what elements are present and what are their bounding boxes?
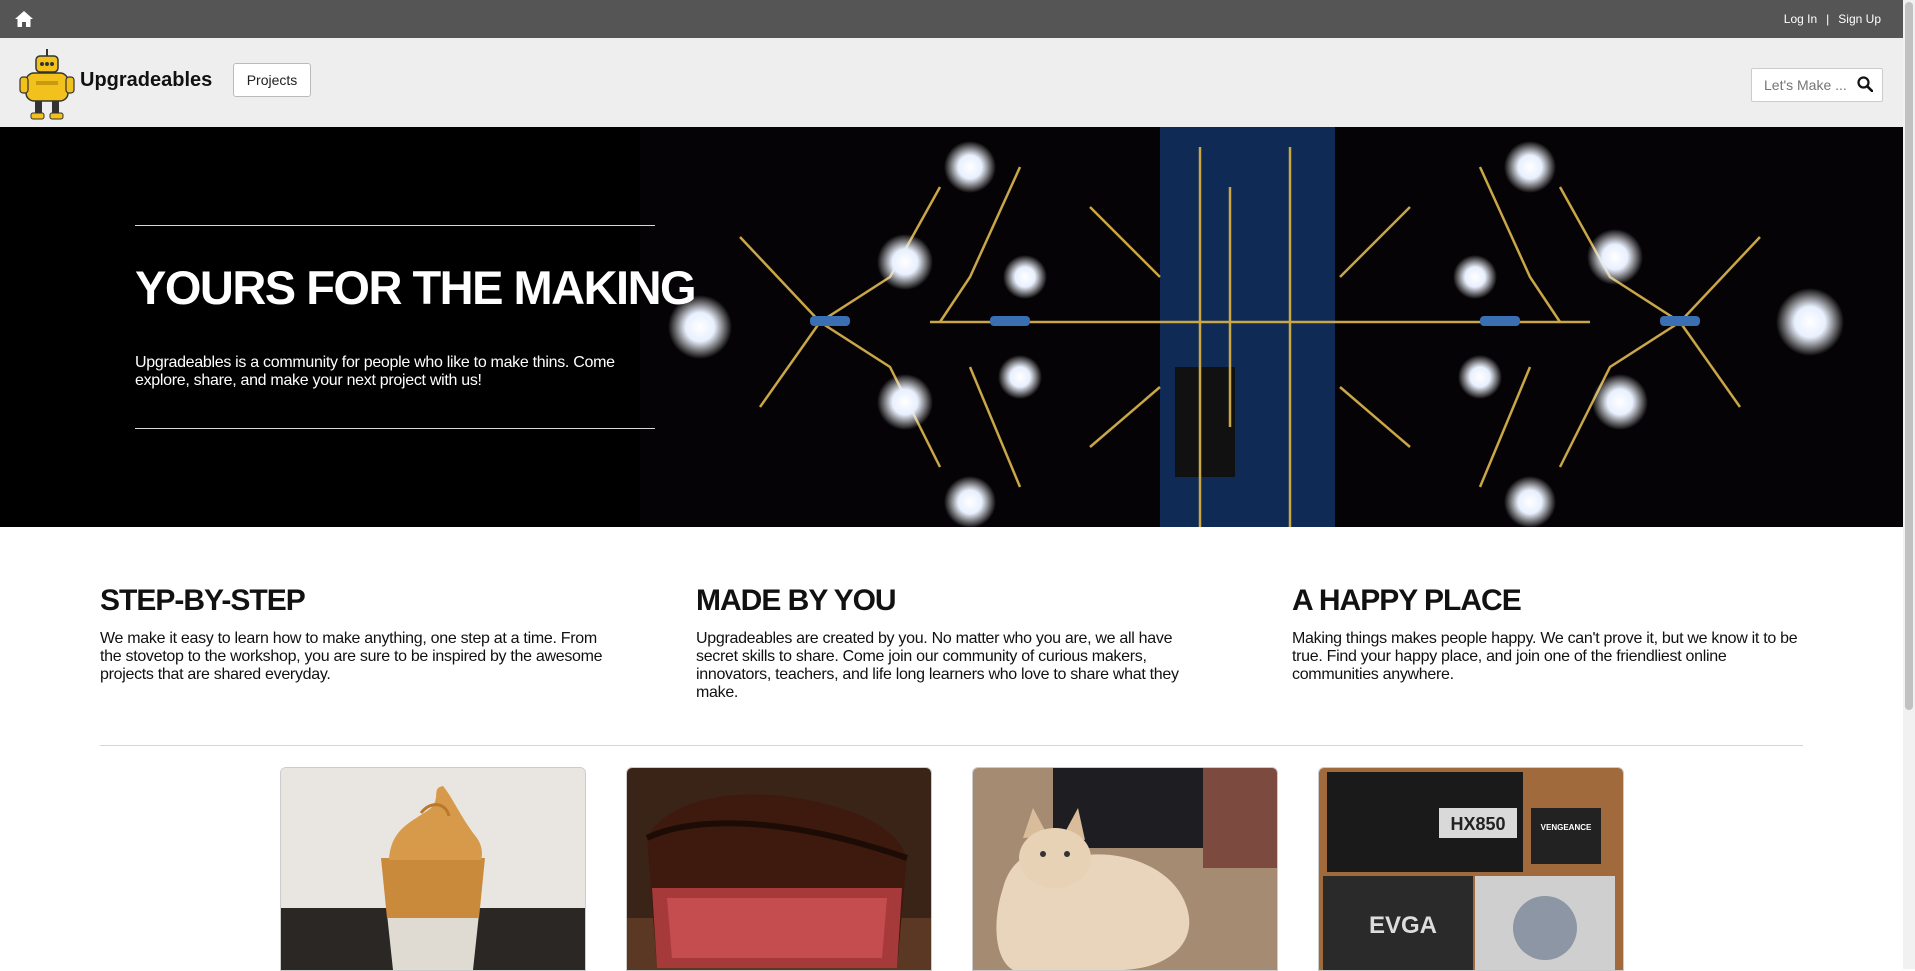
project-card[interactable] — [280, 767, 586, 971]
product-label: EVGA — [1369, 912, 1437, 939]
hero-banner: YOURS FOR THE MAKING Upgradeables is a c… — [0, 127, 1903, 527]
feature-happy-place: A HAPPY PLACE Making things makes people… — [1292, 584, 1802, 684]
led-circuit-image — [640, 127, 1903, 527]
auth-separator: | — [1826, 12, 1830, 26]
feature-title: MADE BY YOU — [696, 584, 897, 617]
hero-rule-bottom — [135, 428, 655, 429]
section-divider — [100, 745, 1803, 746]
project-card[interactable] — [626, 767, 932, 971]
project-card[interactable]: HX850 VENGEANCE EVGA — [1318, 767, 1624, 971]
search-input[interactable] — [1752, 69, 1862, 101]
project-card[interactable] — [972, 767, 1278, 971]
projects-button[interactable]: Projects — [233, 63, 311, 97]
brand-name[interactable]: Upgradeables — [80, 69, 212, 92]
steak-photo — [627, 768, 931, 970]
dalgona-coffee-photo — [281, 768, 585, 970]
scrollbar-thumb[interactable] — [1905, 2, 1913, 710]
feature-step-by-step: STEP-BY-STEP We make it easy to learn ho… — [100, 584, 610, 684]
pc-parts-photo: HX850 VENGEANCE EVGA — [1319, 768, 1623, 970]
product-label: HX850 — [1450, 814, 1505, 834]
auth-links: Log In | Sign Up — [1784, 0, 1881, 38]
feature-text: Making things makes people happy. We can… — [1292, 630, 1798, 683]
feature-title: A HAPPY PLACE — [1292, 584, 1522, 617]
login-link[interactable]: Log In — [1784, 12, 1817, 26]
cat-photo — [973, 768, 1277, 970]
product-label: VENGEANCE — [1541, 823, 1592, 832]
signup-link[interactable]: Sign Up — [1838, 12, 1881, 26]
feature-title: STEP-BY-STEP — [100, 584, 306, 617]
hero-rule-top — [135, 225, 655, 226]
home-icon[interactable] — [14, 10, 34, 28]
feature-made-by-you: MADE BY YOU Upgradeables are created by … — [696, 584, 1206, 702]
site-header: Upgradeables Projects — [0, 38, 1903, 127]
hero-text: Upgradeables is a community for people w… — [135, 354, 615, 389]
search-icon[interactable] — [1857, 76, 1873, 92]
feature-text: We make it easy to learn how to make any… — [100, 630, 603, 683]
robot-mascot-logo[interactable] — [18, 47, 76, 121]
top-bar: Log In | Sign Up — [0, 0, 1903, 38]
search-box — [1751, 68, 1883, 102]
feature-text: Upgradeables are created by you. No matt… — [696, 630, 1179, 701]
hero-title: YOURS FOR THE MAKING — [135, 261, 697, 314]
page-scrollbar[interactable] — [1903, 0, 1915, 969]
